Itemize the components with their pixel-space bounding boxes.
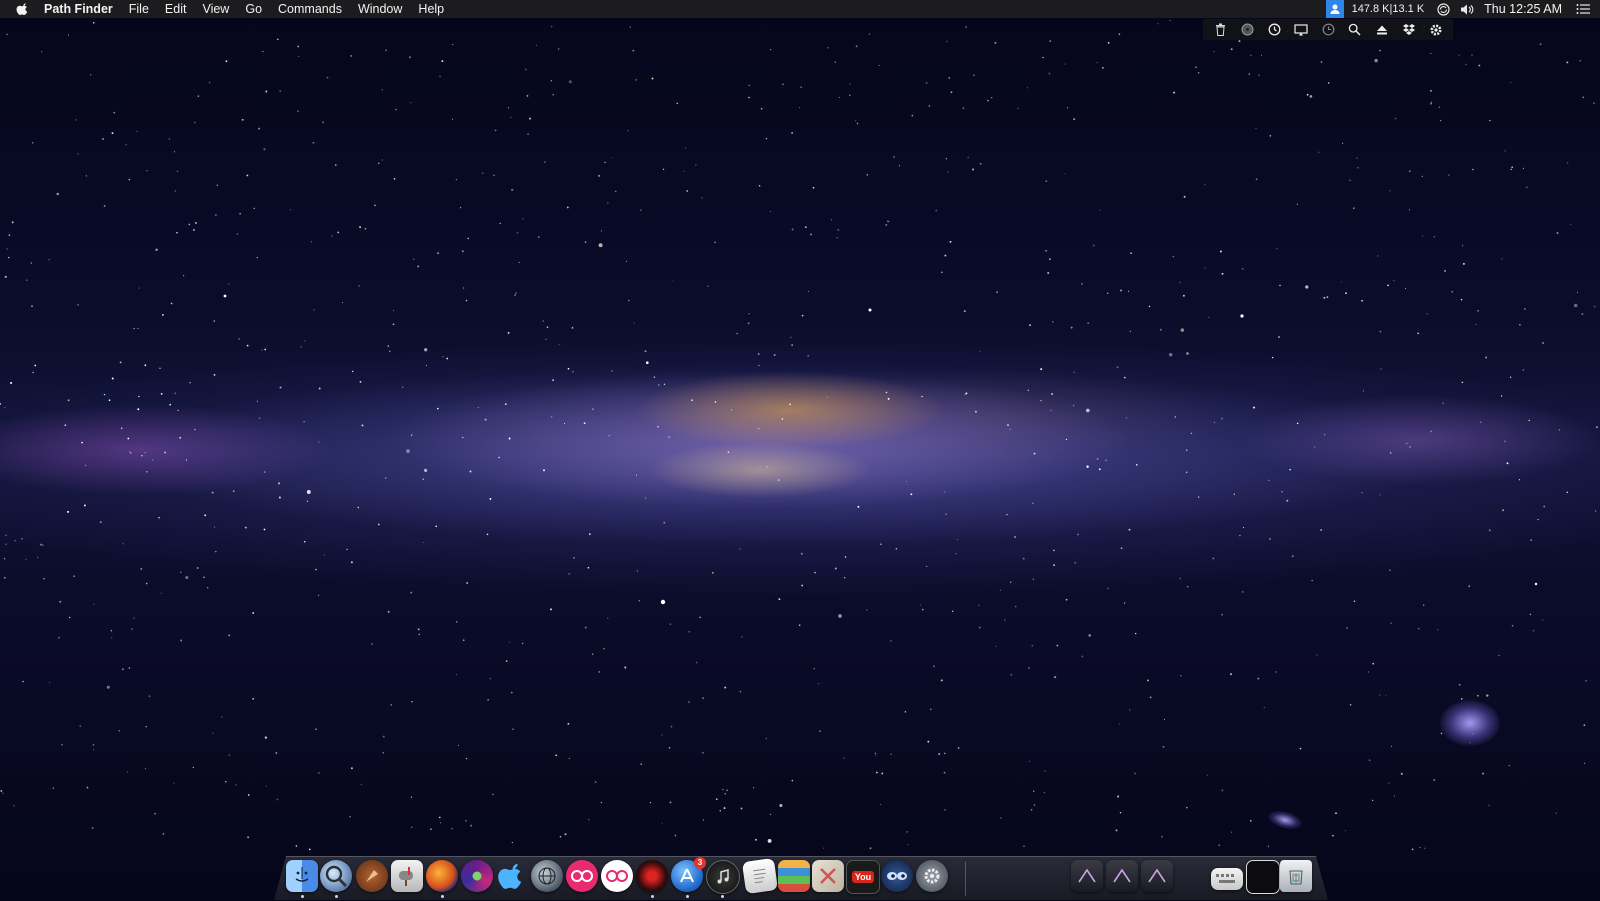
user-icon[interactable] <box>1325 0 1344 18</box>
system-preferences-icon[interactable] <box>916 860 948 892</box>
running-indicator <box>441 895 444 898</box>
firefox-icon[interactable] <box>426 860 458 892</box>
apple-store-icon[interactable] <box>496 860 528 892</box>
dock: 3 You <box>0 857 1600 900</box>
folder-2-icon[interactable] <box>1106 860 1138 892</box>
menu-bar: Path Finder File Edit View Go Commands W… <box>0 0 1600 18</box>
rocket-icon[interactable] <box>356 860 388 892</box>
menu-commands[interactable]: Commands <box>270 0 350 18</box>
desktop-wallpaper <box>0 0 1600 900</box>
search-icon[interactable] <box>1347 22 1362 37</box>
books-icon[interactable] <box>778 860 810 892</box>
gear-icon[interactable] <box>1428 22 1443 37</box>
menu-window[interactable]: Window <box>350 0 410 18</box>
menu-go[interactable]: Go <box>237 0 270 18</box>
globe-icon[interactable] <box>531 860 563 892</box>
menu-help[interactable]: Help <box>410 0 452 18</box>
status-strip <box>1203 19 1453 40</box>
menu-view[interactable]: View <box>194 0 237 18</box>
screen-icon[interactable] <box>1246 860 1280 894</box>
display-icon[interactable] <box>1294 22 1309 37</box>
disc-icon[interactable] <box>1240 22 1255 37</box>
running-indicator <box>335 895 338 898</box>
volume-icon[interactable] <box>1460 2 1474 16</box>
folder-3-icon[interactable] <box>1141 860 1173 892</box>
red-orb-icon[interactable] <box>636 860 668 892</box>
folder-1-icon[interactable] <box>1071 860 1103 892</box>
app-name-menu[interactable]: Path Finder <box>44 0 121 18</box>
dock-separator <box>965 862 966 896</box>
menu-file[interactable]: File <box>121 0 157 18</box>
youtube-icon[interactable]: You <box>846 860 880 894</box>
history-icon[interactable] <box>1321 22 1336 37</box>
app-store-icon[interactable]: 3 <box>671 857 706 892</box>
mailbox-icon[interactable] <box>391 860 423 892</box>
menu-extras: 147.8 K|13.1 K Thu 12:25 AM <box>1325 0 1600 18</box>
trash-icon[interactable] <box>1213 22 1228 37</box>
network-stats[interactable]: 147.8 K|13.1 K <box>1352 0 1425 18</box>
list-icon[interactable] <box>1576 2 1590 16</box>
dropbox-icon[interactable] <box>1401 22 1416 37</box>
flickr-red-icon[interactable] <box>566 860 598 892</box>
running-indicator <box>721 895 724 898</box>
running-indicator <box>651 895 654 898</box>
itunes-icon[interactable] <box>706 860 740 894</box>
starfield <box>0 20 1598 851</box>
textedit-icon[interactable] <box>741 857 779 895</box>
eject-icon[interactable] <box>1374 22 1389 37</box>
trash-icon[interactable] <box>1280 860 1312 892</box>
apple-icon[interactable] <box>16 2 30 16</box>
clock-icon[interactable] <box>1267 22 1282 37</box>
sync-icon[interactable] <box>1436 2 1450 16</box>
app-store-badge: 3 <box>694 857 706 869</box>
spotlight-magnifier-icon[interactable] <box>320 860 352 892</box>
chrome-orb-icon[interactable] <box>461 860 493 892</box>
large-magellanic-cloud <box>1440 700 1500 746</box>
utility-x-icon[interactable] <box>812 860 844 892</box>
eyes-icon[interactable] <box>881 860 913 892</box>
youtube-label: You <box>851 871 875 883</box>
clock[interactable]: Thu 12:25 AM <box>1484 0 1562 18</box>
keyboard-icon[interactable] <box>1211 868 1243 890</box>
flickr-white-icon[interactable] <box>601 860 633 892</box>
finder-icon[interactable] <box>286 860 318 892</box>
running-indicator <box>301 895 304 898</box>
running-indicator <box>686 895 689 898</box>
menu-edit[interactable]: Edit <box>157 0 195 18</box>
